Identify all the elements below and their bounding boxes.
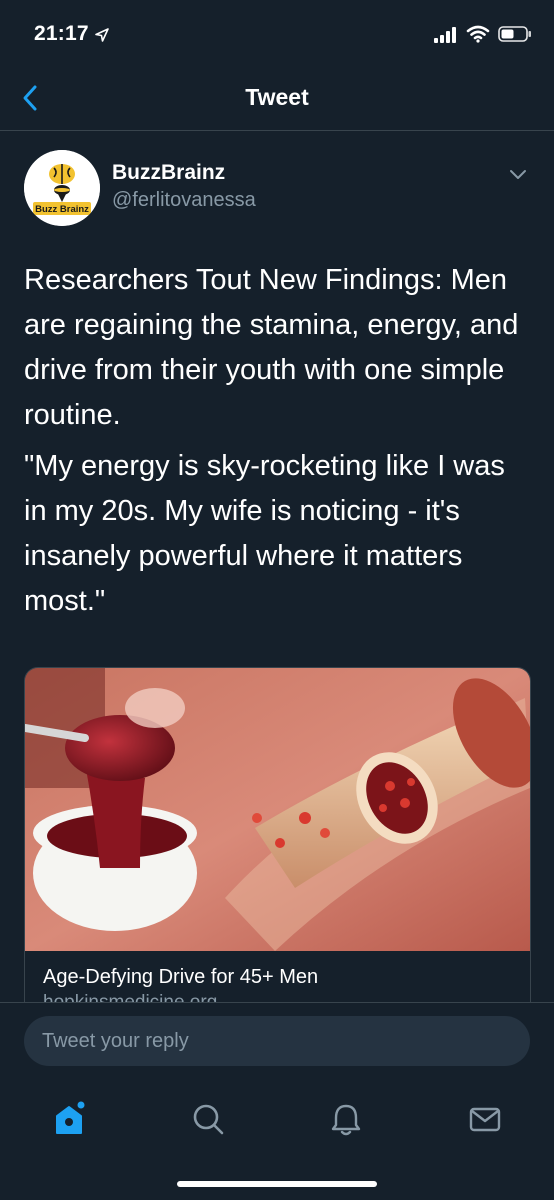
tweet-text: Researchers Tout New Findings: Men are r… <box>24 258 530 630</box>
tab-home[interactable] <box>39 1096 99 1142</box>
home-icon <box>56 1101 85 1134</box>
location-arrow-icon <box>95 28 109 42</box>
author-name[interactable]: BuzzBrainz <box>112 161 225 185</box>
home-indicator <box>177 1181 377 1187</box>
tweet-paragraph: Researchers Tout New Findings: Men are r… <box>24 264 519 431</box>
tab-messages[interactable] <box>455 1096 515 1142</box>
signal-icon <box>434 27 456 43</box>
status-bar: 21:17 <box>0 0 554 62</box>
tab-notifications[interactable] <box>316 1096 376 1142</box>
card-image <box>25 668 530 951</box>
card-title: Age-Defying Drive for 45+ Men <box>43 966 319 988</box>
tweet-header: Buzz Brainz BuzzBrainz @ferlitovanessa <box>24 148 530 228</box>
reply-bar <box>0 1002 554 1091</box>
reply-input[interactable] <box>24 1016 530 1066</box>
bell-icon <box>331 1104 361 1136</box>
author-handle[interactable]: @ferlitovanessa <box>112 189 256 212</box>
wifi-icon <box>466 25 490 43</box>
tab-search[interactable] <box>178 1096 238 1142</box>
mail-icon <box>469 1107 501 1132</box>
page-title: Tweet <box>245 84 309 110</box>
svg-text:Buzz Brainz: Buzz Brainz <box>35 204 89 215</box>
tweet-paragraph: "My energy is sky-rocketing like I was i… <box>24 450 505 617</box>
status-time: 21:17 <box>34 22 89 45</box>
nav-bar: Tweet <box>0 62 554 131</box>
chevron-down-icon <box>510 170 526 179</box>
search-icon <box>193 1104 224 1135</box>
buzzbrainz-logo: Buzz Brainz <box>24 150 100 226</box>
avatar[interactable]: Buzz Brainz <box>24 150 100 226</box>
battery-icon <box>498 26 531 42</box>
tweet-menu-button[interactable] <box>506 162 530 186</box>
